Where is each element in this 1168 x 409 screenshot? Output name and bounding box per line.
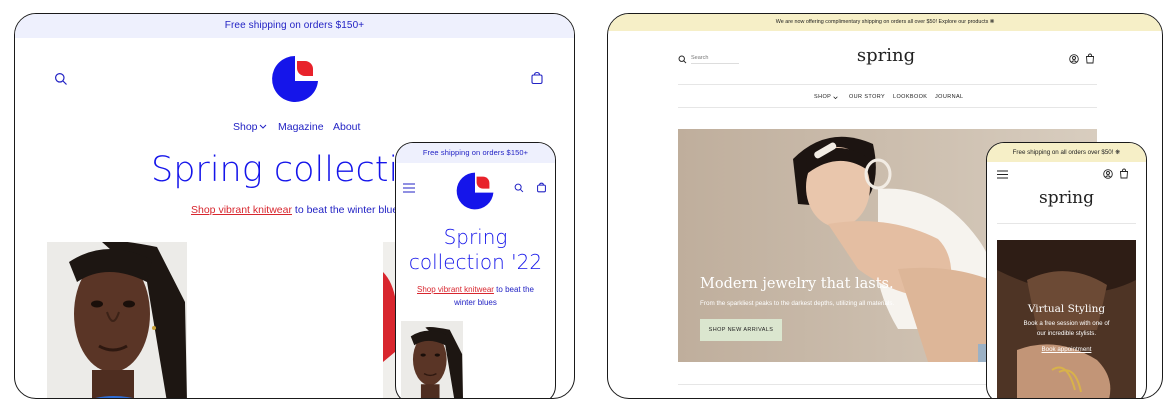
card-title: Virtual Styling [1027,303,1106,315]
mobile-cart-icon[interactable] [536,182,547,193]
nav-journal[interactable]: JOURNAL [935,94,963,100]
card-text-1: Book a free session with one of [1023,320,1110,327]
search-icon[interactable] [54,72,68,86]
mobile-cart-icon[interactable] [1119,168,1129,179]
left-desktop-preview: Free shipping on orders $150+ Shop Magaz… [14,13,575,399]
hero-photo [47,242,187,398]
mobile-brand-logo[interactable]: spring [987,188,1146,208]
account-icon[interactable] [1069,54,1079,64]
mobile-account-icon[interactable] [1103,169,1113,179]
mobile-announcement-bar: Free shipping on all orders over $50! ❋ [987,143,1146,162]
hero-link[interactable]: Shop vibrant knitwear [191,204,292,216]
mobile-search-icon[interactable] [514,183,524,193]
mobile-hero-title-2: collection '22 [408,250,543,274]
chevron-down-icon [833,96,838,100]
book-appointment-link[interactable]: Book appointment [997,346,1136,353]
banner-text: From the sparkliest peaks to the darkest… [700,300,895,307]
nav-about[interactable]: About [333,121,360,133]
nav-divider [678,107,1097,108]
chevron-down-icon [259,124,267,129]
menu-icon[interactable] [403,183,415,193]
hero-text: to beat the winter blues [291,204,404,216]
hero-subtitle: Shop vibrant knitwear to beat the winter… [191,204,403,216]
mobile-hero-title-1: Spring [443,225,508,249]
nav-magazine[interactable]: Magazine [278,121,324,133]
banner-title: Modern jewelry that lasts. [700,276,894,292]
card-text-2: our incredible stylists. [1036,330,1097,337]
cart-icon[interactable] [1085,53,1095,64]
announcement-bar: Free shipping on orders $150+ [15,14,574,38]
mobile-hero-subtitle-1: Shop vibrant knitwear to beat the [396,285,555,294]
mobile-hero-link[interactable]: Shop vibrant knitwear [417,285,494,294]
brand-logo[interactable] [270,54,320,104]
nav-lookbook[interactable]: LOOKBOOK [893,94,927,100]
mobile-brand-logo[interactable] [455,171,495,211]
nav-shop[interactable]: SHOP [814,94,831,100]
announcement-bar: We are now offering complimentary shippi… [608,14,1162,31]
mobile-hero-subtitle-2: winter blues [454,298,497,307]
nav-shop[interactable]: Shop [233,121,258,133]
header-divider [678,84,1097,85]
right-desktop-preview: We are now offering complimentary shippi… [607,13,1163,399]
mobile-announcement-bar: Free shipping on orders $150+ [396,143,555,163]
brand-logo[interactable]: spring [608,45,1162,66]
nav-our-story[interactable]: OUR STORY [849,94,885,100]
cart-icon[interactable] [530,71,544,85]
left-mobile-preview: Free shipping on orders $150+ Spring col… [395,142,556,398]
main-nav: Shop Magazine About [15,121,574,135]
right-mobile-preview: Free shipping on all orders over $50! ❋ … [986,142,1147,398]
menu-icon[interactable] [997,170,1008,179]
mobile-hero-text-1: to beat the [493,285,534,294]
shop-new-arrivals-button[interactable]: SHOP NEW ARRIVALS [700,319,782,341]
mobile-hero-photo [401,321,463,398]
mobile-header-divider [997,223,1136,224]
